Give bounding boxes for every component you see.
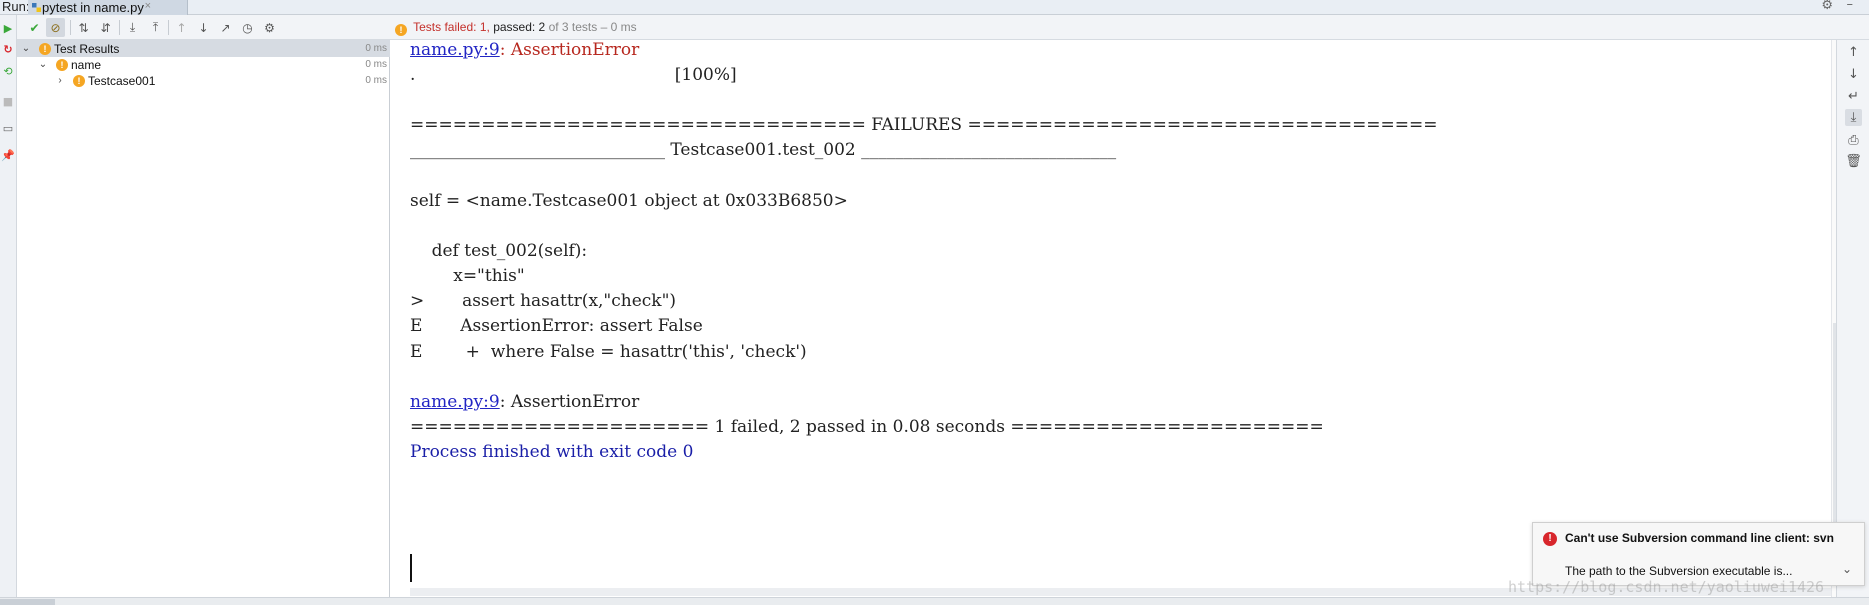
warning-icon: !	[56, 58, 68, 71]
test-results-tree: ⌄ ! Test Results 0 ms ⌄ ! name 0 ms › ! …	[17, 40, 390, 597]
expand-all-icon[interactable]: ⤓	[123, 18, 142, 37]
pin-icon[interactable]: 📌	[1, 148, 15, 162]
console-line: name.py:9: AssertionError	[410, 40, 640, 60]
text-caret	[410, 554, 412, 582]
test-status: ! Tests failed: 1, passed: 2 of 3 tests …	[395, 20, 637, 36]
collapse-all-icon[interactable]: ⤒	[146, 18, 165, 37]
tree-item-time: 0 ms	[365, 43, 387, 54]
console-line: E + where False = hasattr('this', 'check…	[410, 342, 807, 362]
show-passed-icon[interactable]: ✔	[25, 18, 44, 37]
gear-icon[interactable]: ⚙	[1821, 0, 1833, 13]
warning-icon: !	[395, 24, 407, 36]
settings-icon[interactable]: ⚙	[260, 18, 279, 37]
bottom-tool-strip	[0, 597, 1869, 605]
status-suffix: of 3 tests – 0 ms	[548, 20, 637, 34]
chevron-right-icon[interactable]: ›	[55, 75, 65, 86]
watermark: https://blog.csdn.net/yaoliuwei1426	[1508, 578, 1825, 596]
next-failed-icon[interactable]: ↓	[194, 18, 213, 37]
bottom-tab[interactable]	[0, 599, 55, 605]
chevron-down-icon[interactable]: ⌄	[1842, 562, 1852, 576]
notification-body[interactable]: The path to the Subversion executable is…	[1565, 564, 1792, 578]
rerun-failed-icon[interactable]: ↻	[1, 42, 15, 56]
tree-item-label: Testcase001	[88, 73, 156, 88]
warning-icon: !	[39, 42, 51, 55]
console-line: . [100%]	[410, 65, 737, 85]
export-icon[interactable]: ↗	[216, 18, 235, 37]
down-arrow-icon[interactable]: ↓	[1845, 66, 1862, 83]
source-link[interactable]: name.py:9	[410, 40, 500, 60]
trash-icon[interactable]: 🗑	[1845, 153, 1862, 170]
tree-item-time: 0 ms	[365, 59, 387, 70]
status-failed: Tests failed: 1,	[413, 20, 490, 34]
rerun-icon[interactable]: ▶	[1, 21, 15, 35]
tree-item-testcase001[interactable]: › ! Testcase001 0 ms	[17, 72, 390, 89]
console-line: > assert hasattr(x,"check")	[410, 291, 677, 311]
tree-item-test-results[interactable]: ⌄ ! Test Results 0 ms	[17, 40, 390, 57]
toggle-auto-test-icon[interactable]: ⟲	[1, 64, 15, 78]
minimize-icon[interactable]: –	[1847, 0, 1854, 12]
status-passed: passed: 2	[493, 20, 546, 34]
console-line: def test_002(self):	[410, 241, 588, 261]
console-line: ______________________________ Testcase0…	[410, 140, 1117, 160]
tree-item-name[interactable]: ⌄ ! name 0 ms	[17, 56, 390, 73]
python-icon	[32, 3, 41, 12]
console-line: name.py:9: AssertionError	[410, 392, 640, 412]
layout-icon[interactable]: ▭	[1, 121, 15, 135]
run-configuration-tab[interactable]: pytest in name.py ×	[28, 0, 188, 15]
console-line: self = <name.Testcase001 object at 0x033…	[410, 191, 848, 211]
left-tool-strip: ▶ ↻ ⟲ ■ ▭ 📌	[0, 15, 17, 605]
history-icon[interactable]: ◷	[238, 18, 257, 37]
tree-item-time: 0 ms	[365, 75, 387, 86]
error-icon: !	[1543, 532, 1557, 546]
close-icon[interactable]: ×	[145, 0, 151, 12]
sort-alphabetically-icon[interactable]: ⇅	[74, 18, 93, 37]
console-line: E AssertionError: assert False	[410, 316, 703, 336]
run-tab-label: pytest in name.py	[42, 0, 144, 15]
source-link[interactable]: name.py:9	[410, 392, 500, 412]
run-label: Run:	[2, 0, 30, 14]
soft-wrap-icon[interactable]: ↵	[1845, 88, 1862, 105]
notification-title: Can't use Subversion command line client…	[1565, 531, 1834, 545]
show-ignored-icon[interactable]: ⊘	[46, 18, 65, 37]
up-arrow-icon[interactable]: ↑	[1845, 44, 1862, 61]
print-icon[interactable]: ⎙	[1845, 132, 1862, 149]
console-actions-strip: ↑ ↓ ↵ ⤓ ⎙ 🗑	[1836, 40, 1869, 597]
scroll-to-end-icon[interactable]: ⤓	[1845, 109, 1862, 126]
stop-icon[interactable]: ■	[1, 94, 15, 108]
notification-balloon[interactable]: ! Can't use Subversion command line clie…	[1532, 522, 1865, 586]
console-output[interactable]: name.py:9: AssertionError . [100%] =====…	[391, 40, 1841, 597]
run-tab-bar: Run: pytest in name.py × ⚙ –	[0, 0, 1869, 15]
tree-item-label: Test Results	[54, 41, 120, 56]
test-runner-toolbar: ✔ ⊘ ⇅ ⇵ ⤓ ⤒ ↑ ↓ ↗ ◷ ⚙ ! Tests failed: 1,…	[17, 15, 1869, 40]
chevron-down-icon[interactable]: ⌄	[21, 43, 31, 54]
previous-failed-icon[interactable]: ↑	[172, 18, 191, 37]
console-line: ================================ FAILURE…	[410, 115, 1438, 135]
console-line: x="this"	[410, 266, 525, 286]
console-line: ===================== 1 failed, 2 passed…	[410, 417, 1324, 437]
chevron-down-icon[interactable]: ⌄	[38, 59, 48, 70]
tree-item-label: name	[71, 57, 102, 72]
sort-by-duration-icon[interactable]: ⇵	[96, 18, 115, 37]
warning-icon: !	[73, 74, 85, 87]
process-finished-line: Process finished with exit code 0	[410, 442, 694, 462]
